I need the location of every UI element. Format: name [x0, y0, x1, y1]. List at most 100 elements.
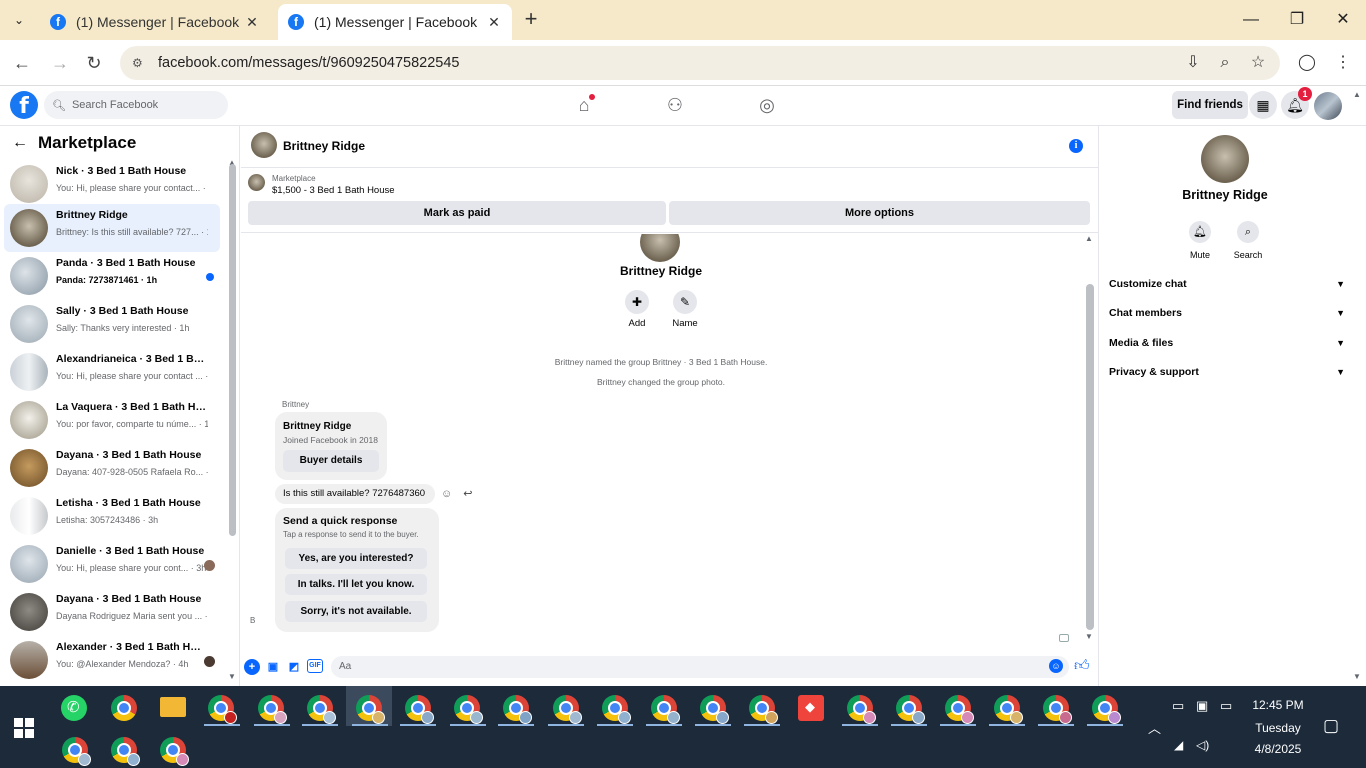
media-files-section[interactable]: Media & files ▼ [1109, 333, 1345, 353]
meet-now-icon[interactable]: ▭ [1172, 698, 1184, 714]
chrome-gmail-profile-icon[interactable] [208, 695, 237, 724]
sticker-icon[interactable]: ◩ [286, 659, 302, 675]
chrome-profile-icon[interactable] [1043, 695, 1072, 724]
site-settings-icon[interactable]: ⚙ [132, 56, 150, 70]
whatsapp-icon[interactable] [61, 695, 87, 721]
listing-title[interactable]: $1,500 - 3 Bed 1 Bath House [272, 185, 395, 196]
chrome-profile-icon[interactable] [160, 737, 189, 766]
chrome-profile-icon[interactable] [847, 695, 876, 724]
page-scroll-down-arrow-icon[interactable]: ▼ [1353, 672, 1361, 681]
quick-response-option[interactable]: Yes, are you interested? [285, 548, 427, 569]
chrome-profile-icon[interactable] [503, 695, 532, 724]
thumbs-up-icon[interactable]: 👍︎ [1074, 657, 1090, 675]
back-arrow-icon[interactable]: ← [12, 134, 32, 152]
clock-date[interactable]: 4/8/2025 [1240, 742, 1316, 756]
scroll-up-arrow-icon[interactable]: ▲ [1085, 234, 1093, 243]
conversation-item[interactable]: Dayana · 3 Bed 1 Bath House Dayana: 407-… [4, 444, 220, 492]
profile-icon[interactable]: ◯ [1295, 49, 1319, 77]
info-icon[interactable]: i [1069, 139, 1083, 153]
chrome-icon[interactable] [111, 695, 137, 721]
chrome-profile-icon[interactable] [602, 695, 631, 724]
chrome-profile-icon[interactable] [945, 695, 974, 724]
show-hidden-icons-chevron-icon[interactable]: ︿ [1148, 718, 1161, 737]
chrome-profile-icon[interactable] [307, 695, 336, 724]
close-icon[interactable]: ✕ [244, 14, 260, 31]
conversation-item[interactable]: Letisha · 3 Bed 1 Bath House Letisha: 30… [4, 492, 220, 540]
mute-button[interactable]: 🔔︎ Mute [1180, 221, 1220, 260]
zoom-icon[interactable]: ⌕ [1213, 49, 1237, 77]
reload-button[interactable]: ↻ [82, 51, 106, 75]
chrome-profile-icon[interactable] [405, 695, 434, 724]
groups-icon[interactable]: ◎ [752, 92, 782, 118]
facebook-logo-icon[interactable]: f [10, 91, 38, 119]
scroll-down-arrow-icon[interactable]: ▼ [228, 672, 236, 681]
conversation-item[interactable]: Nick · 3 Bed 1 Bath House You: Hi, pleas… [4, 160, 220, 208]
find-friends-button[interactable]: Find friends [1172, 91, 1248, 119]
notification-center-icon[interactable]: ▢ [1323, 716, 1339, 736]
minimize-button[interactable]: — [1236, 8, 1266, 32]
chrome-profile-icon[interactable] [700, 695, 729, 724]
friends-icon[interactable]: ⚇ [660, 92, 690, 118]
messages-scrollbar[interactable] [1086, 284, 1094, 630]
conversation-item[interactable]: Sally · 3 Bed 1 Bath House Sally: Thanks… [4, 300, 220, 348]
chrome-profile-icon[interactable] [553, 695, 582, 724]
chrome-profile-icon[interactable] [62, 737, 91, 766]
reply-icon[interactable]: ↩ [463, 488, 472, 500]
message-input[interactable]: Aa [331, 656, 1069, 678]
volume-icon[interactable]: ◁) [1196, 738, 1209, 752]
buyer-details-button[interactable]: Buyer details [283, 450, 379, 472]
wifi-icon[interactable]: ◢ [1174, 738, 1183, 752]
quick-response-option[interactable]: In talks. I'll let you know. [285, 574, 427, 595]
chat-members-section[interactable]: Chat members ▼ [1109, 303, 1345, 323]
bookmark-star-icon[interactable]: ☆ [1246, 49, 1270, 77]
page-scroll-up-arrow-icon[interactable]: ▲ [1353, 90, 1361, 99]
display-icon[interactable]: ▣ [1196, 698, 1208, 714]
url-bar[interactable]: ⚙ facebook.com/messages/t/96092504758225… [120, 46, 1280, 80]
close-icon[interactable]: ✕ [486, 14, 502, 31]
windows-start-icon[interactable] [14, 718, 34, 738]
plus-icon[interactable]: + [244, 659, 260, 675]
scroll-down-arrow-icon[interactable]: ▼ [1085, 632, 1093, 641]
clock-time[interactable]: 12:45 PM [1240, 698, 1316, 712]
customize-chat-section[interactable]: Customize chat ▼ [1109, 274, 1345, 294]
back-button[interactable]: ← [10, 51, 34, 75]
anydesk-icon[interactable] [798, 695, 824, 721]
tab-search-chevron-icon[interactable]: ⌄ [8, 10, 30, 30]
menu-grid-icon[interactable]: ▦ [1249, 91, 1277, 119]
conversation-item[interactable]: Brittney Ridge Brittney: Is this still a… [4, 204, 220, 252]
avatar[interactable] [1314, 92, 1342, 120]
browser-tab-2[interactable]: f (1) Messenger | Facebook ✕ [278, 4, 512, 40]
react-emoji-icon[interactable]: ☺ [441, 488, 452, 500]
conversation-item[interactable]: Danielle · 3 Bed 1 Bath House You: Hi, p… [4, 540, 220, 588]
name-group-button[interactable]: ✎ Name [663, 290, 707, 329]
chrome-profile-icon[interactable] [896, 695, 925, 724]
clock-day[interactable]: Tuesday [1240, 721, 1316, 735]
emoji-icon[interactable]: ☺ [1049, 659, 1063, 673]
more-options-button[interactable]: More options [669, 201, 1090, 225]
chrome-profile-icon[interactable] [111, 737, 140, 766]
chrome-profile-icon[interactable] [1092, 695, 1121, 724]
conversation-item[interactable]: Alexandrianeica · 3 Bed 1 Bath ... You: … [4, 348, 220, 396]
file-explorer-icon[interactable] [160, 697, 186, 717]
conversation-item[interactable]: La Vaquera · 3 Bed 1 Bath House You: por… [4, 396, 220, 444]
chat-title[interactable]: Brittney Ridge [283, 139, 365, 153]
conversation-item[interactable]: Alexander · 3 Bed 1 Bath Hou... You: @Al… [4, 636, 220, 684]
sidebar-scrollbar[interactable] [229, 164, 236, 536]
forward-button[interactable]: → [48, 51, 72, 75]
new-tab-button[interactable]: + [520, 8, 542, 32]
menu-kebab-icon[interactable]: ⋮ [1331, 49, 1355, 77]
home-icon[interactable]: ⌂ [569, 92, 599, 118]
chrome-profile-icon[interactable] [356, 695, 385, 724]
facebook-search-input[interactable]: 🔍︎ Search Facebook [44, 91, 228, 119]
battery-icon[interactable]: ▭ [1220, 698, 1232, 714]
chrome-profile-icon[interactable] [749, 695, 778, 724]
search-button[interactable]: ⌕ Search [1228, 221, 1268, 260]
chrome-profile-icon[interactable] [994, 695, 1023, 724]
install-app-icon[interactable]: ⇩ [1181, 49, 1205, 77]
chrome-profile-icon[interactable] [258, 695, 287, 724]
conversation-item[interactable]: Panda · 3 Bed 1 Bath House Panda: 727387… [4, 252, 220, 300]
avatar[interactable] [251, 132, 277, 158]
add-people-button[interactable]: ✚ Add [615, 290, 659, 329]
chrome-profile-icon[interactable] [454, 695, 483, 724]
conversation-item[interactable]: Dayana · 3 Bed 1 Bath House Dayana Rodri… [4, 588, 220, 636]
